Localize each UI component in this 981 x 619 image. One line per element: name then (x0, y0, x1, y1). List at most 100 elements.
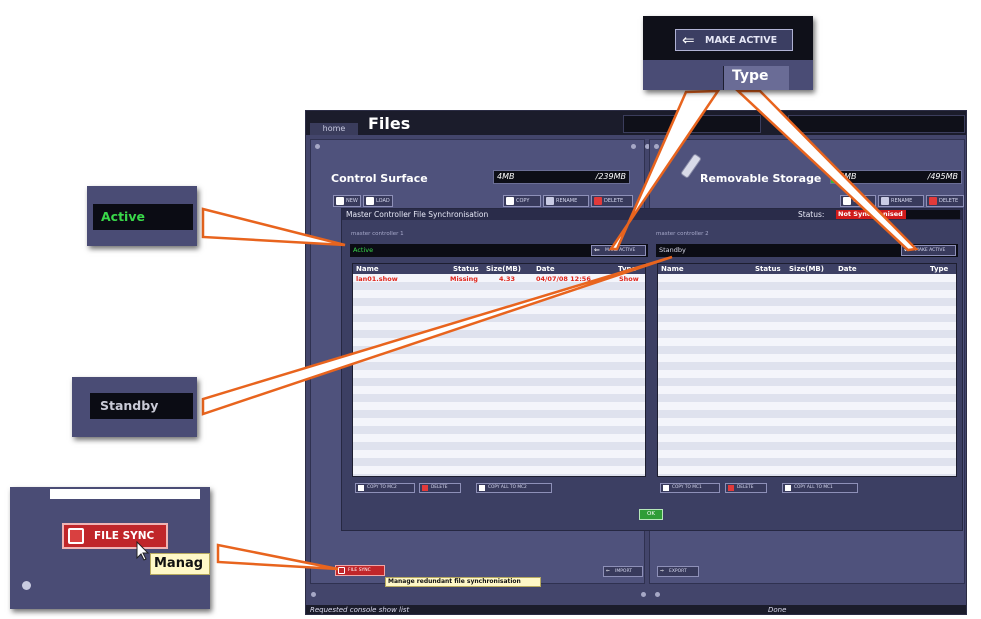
copy-all-to-mc1-button[interactable]: COPY ALL TO MC1 (782, 483, 858, 493)
zoom-header: Type (723, 66, 789, 90)
zoom-active-label: Active (101, 209, 145, 224)
col-type[interactable]: Type (930, 264, 948, 274)
file-sync-icon (338, 567, 345, 574)
import-button[interactable]: ⇐ IMPORT (603, 566, 643, 577)
zoom-tooltip-text: Manag (154, 556, 204, 571)
status-label: Status: (798, 210, 825, 219)
copy-button[interactable]: COPY (503, 195, 541, 207)
cell-date: 04/07/08 12:56 (536, 275, 591, 283)
copy-all-to-mc2-button[interactable]: COPY ALL TO MC2 (476, 483, 552, 493)
button-label: FILE SYNC (348, 568, 371, 573)
button-label: COPY ALL TO MC1 (794, 485, 833, 490)
title-field (788, 115, 965, 133)
delete-button[interactable]: DELETE (926, 195, 964, 207)
status-badge: Not Synchronised (836, 210, 906, 219)
col-name[interactable]: Name (356, 264, 379, 274)
removable-storage-title: Removable Storage (700, 172, 822, 185)
meter-total: /495MB (927, 172, 958, 181)
rename-button[interactable]: RENAME (543, 195, 589, 207)
load-icon (366, 197, 374, 205)
button-label: COPY (853, 198, 867, 204)
table-row[interactable]: lan01.show Missing 4.33 04/07/08 12:56 S… (353, 275, 645, 284)
list-background (658, 274, 956, 476)
delete-button[interactable]: DELETE (725, 483, 767, 493)
button-label: COPY TO MC2 (367, 485, 397, 490)
arrow-left-icon: ⇐ (606, 569, 610, 574)
screw-icon (631, 144, 636, 149)
button-label: DELETE (431, 485, 448, 490)
button-label: COPY TO MC1 (672, 485, 702, 490)
col-size[interactable]: Size(MB) (789, 264, 824, 274)
mc2-file-list: Name Status Size(MB) Date Type (657, 263, 957, 477)
button-label: COPY (516, 198, 530, 204)
arrow-right-icon: ⇒ (660, 569, 664, 574)
title-field (623, 115, 761, 133)
mc1-state: Active (353, 246, 374, 254)
delete-icon (929, 197, 937, 205)
copy-button[interactable]: COPY (840, 195, 876, 207)
cell-type: Show (619, 275, 639, 283)
zoom-tooltip: Manag (150, 553, 210, 575)
meter-fill (831, 171, 836, 183)
col-status[interactable]: Status (453, 264, 479, 274)
rename-button[interactable]: RENAME (878, 195, 924, 207)
new-button[interactable]: NEW (333, 195, 361, 207)
col-date[interactable]: Date (838, 264, 857, 274)
mc2-list-header: Name Status Size(MB) Date Type (658, 264, 956, 274)
arrow-left-icon: ⇐ (682, 31, 695, 49)
arrow-left-icon: ⇐ (904, 246, 910, 254)
col-date[interactable]: Date (536, 264, 555, 274)
status-left: Requested console show list (310, 606, 410, 614)
page-title: Files (368, 114, 411, 133)
col-type[interactable]: Type (618, 264, 636, 274)
zoom-standby-label: Standby (100, 398, 159, 413)
rename-icon (881, 197, 889, 205)
delete-button[interactable]: DELETE (591, 195, 633, 207)
button-label: RENAME (891, 198, 913, 204)
copy-to-mc2-button[interactable]: COPY TO MC2 (355, 483, 415, 493)
title-bar: home Files (306, 111, 966, 135)
zoom-standby-bar: Standby (90, 393, 193, 419)
zoom-make-active-button: ⇐ MAKE ACTIVE (675, 29, 793, 51)
copy-icon (843, 197, 851, 205)
ok-button[interactable]: OK (639, 509, 663, 520)
screw-icon (655, 592, 660, 597)
file-sync-button[interactable]: FILE SYNC (335, 565, 385, 576)
delete-icon (728, 485, 734, 491)
mc2-label: master controller 2 (656, 231, 709, 237)
mc2-make-active-button[interactable]: ⇐ MAKE ACTIVE (901, 245, 956, 256)
arrow-left-icon: ⇐ (594, 246, 600, 254)
load-button[interactable]: LOAD (363, 195, 393, 207)
active-zoom: Active (87, 186, 197, 246)
col-size[interactable]: Size(MB) (486, 264, 521, 274)
delete-icon (422, 485, 428, 491)
cursor-icon (136, 541, 150, 561)
button-label: LOAD (376, 198, 390, 204)
cell-size: 4.33 (499, 275, 516, 283)
copy-icon (506, 197, 514, 205)
zoom-top-edge (50, 489, 200, 499)
home-tab[interactable]: home (310, 123, 358, 135)
standby-zoom: Standby (72, 377, 197, 437)
col-name[interactable]: Name (661, 264, 684, 274)
make-active-zoom: ⇐ MAKE ACTIVE Type (643, 16, 813, 90)
copy-icon (358, 485, 364, 491)
copy-all-icon (785, 485, 791, 491)
col-status[interactable]: Status (755, 264, 781, 274)
tooltip: Manage redundant file synchronisation (385, 577, 541, 587)
status-bar: Requested console show list Done (306, 605, 966, 614)
mc1-make-active-button[interactable]: ⇐ MAKE ACTIVE (591, 245, 646, 256)
control-surface-title: Control Surface (331, 172, 428, 185)
storage-meter: 6MB /495MB (830, 170, 962, 184)
copy-icon (663, 485, 669, 491)
delete-button[interactable]: DELETE (419, 483, 461, 493)
button-label: DELETE (604, 198, 624, 204)
zoom-make-active-label: MAKE ACTIVE (705, 35, 778, 46)
button-label: IMPORT (615, 569, 633, 574)
mc2-state-bar: Standby ⇐ MAKE ACTIVE (656, 244, 958, 257)
export-button[interactable]: ⇒ EXPORT (657, 566, 699, 577)
delete-icon (594, 197, 602, 205)
cell-status: Missing (450, 275, 478, 283)
copy-to-mc1-button[interactable]: COPY TO MC1 (660, 483, 720, 493)
screw-icon (311, 592, 316, 597)
